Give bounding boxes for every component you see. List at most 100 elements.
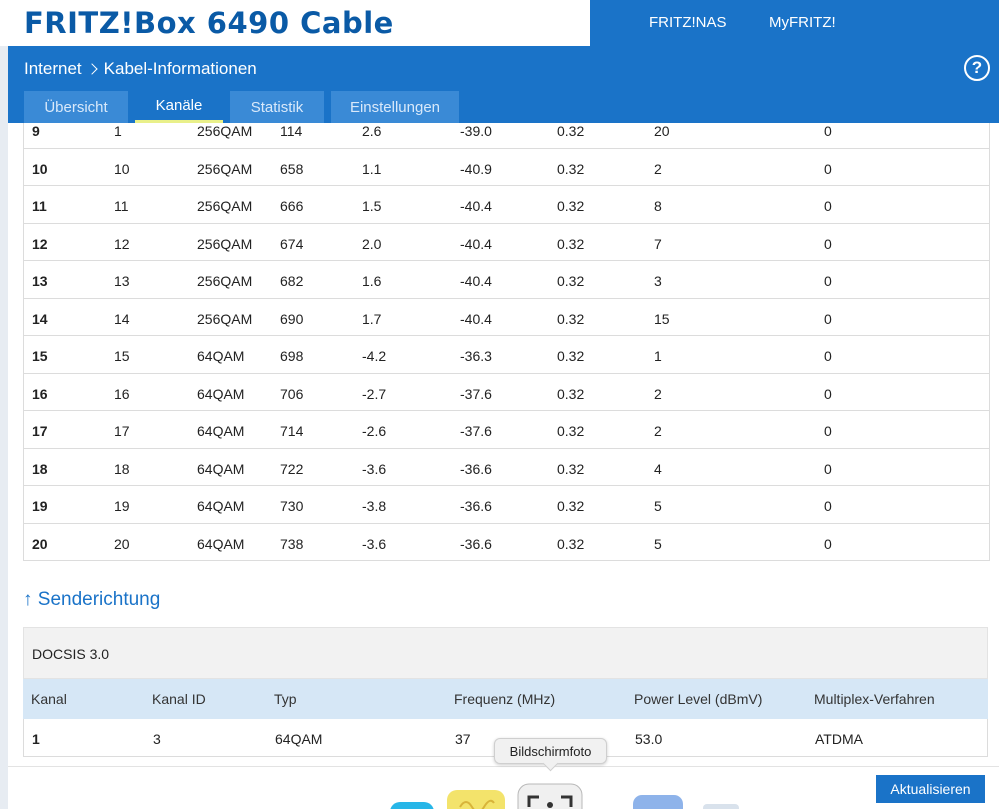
table-cell: 0 — [824, 535, 832, 552]
table-cell: 10 — [114, 160, 130, 177]
table-row: 10 10 256QAM 658 1.1 -40.9 0.32 2 0 — [24, 149, 989, 186]
table-cell: 256QAM — [197, 273, 253, 289]
brand-area: FRITZ!Box 6490 Cable — [0, 0, 590, 46]
docsis-label: DOCSIS 3.0 — [32, 646, 110, 662]
table-cell: 64QAM — [197, 385, 245, 402]
table-cell: 19 — [114, 498, 130, 514]
table-cell: 1.7 — [362, 310, 382, 327]
table-row: 15 15 64QAM 698 -4.2 -36.3 0.32 1 0 — [24, 336, 989, 374]
tab-einstellungen[interactable]: Einstellungen — [331, 91, 459, 123]
table-cell: 18 — [32, 460, 48, 477]
table-cell: 0.32 — [557, 198, 585, 214]
table-cell: 0.32 — [557, 385, 585, 402]
table-cell: 1 — [114, 123, 122, 139]
brand-title: FRITZ!Box 6490 Cable — [24, 6, 394, 40]
table-cell: 706 — [280, 385, 304, 402]
refresh-button[interactable]: Aktualisieren — [876, 775, 985, 803]
table-cell: -40.4 — [460, 310, 492, 327]
tab-kanaele[interactable]: Kanäle — [135, 91, 223, 123]
col-multiplex: Multiplex-Verfahren — [814, 691, 935, 707]
col-power-level: Power Level (dBmV) — [634, 691, 763, 707]
table-cell: 0.32 — [557, 310, 585, 327]
table-cell: 64QAM — [197, 498, 245, 514]
table-cell: 5 — [654, 498, 662, 514]
table-cell: 15 — [32, 348, 48, 364]
table-cell: 666 — [280, 198, 304, 214]
table-cell: 2 — [654, 160, 662, 177]
upstream-multiplex: ATDMA — [815, 731, 863, 747]
table-cell: 0.32 — [557, 273, 585, 289]
table-cell: -3.8 — [362, 498, 387, 514]
table-cell: 18 — [114, 460, 130, 477]
table-cell: -39.0 — [460, 123, 492, 139]
table-cell: 64QAM — [197, 423, 245, 439]
dock-app-icon[interactable] — [388, 800, 436, 809]
upstream-kanal-id: 3 — [153, 731, 161, 747]
upstream-frequenz: 37 — [455, 731, 471, 747]
table-cell: 11 — [114, 198, 129, 214]
table-cell: 1.6 — [362, 273, 382, 289]
table-cell: 17 — [114, 423, 130, 439]
table-cell: 12 — [114, 235, 130, 252]
table-row: 13 13 256QAM 682 1.6 -40.4 0.32 3 0 — [24, 261, 989, 299]
dock-app-icon-2[interactable] — [701, 803, 741, 809]
table-cell: 0.32 — [557, 348, 585, 364]
table-cell: 16 — [114, 385, 130, 402]
upstream-power-level: 53.0 — [635, 731, 663, 747]
left-strip — [0, 46, 8, 123]
table-cell: 14 — [114, 310, 130, 327]
table-cell: 1.5 — [362, 198, 382, 214]
table-cell: 0 — [824, 160, 832, 177]
table-cell: -2.6 — [362, 423, 387, 439]
dock-finder-icon[interactable] — [631, 793, 685, 809]
docsis-header: DOCSIS 3.0 — [23, 627, 988, 679]
breadcrumb-internet[interactable]: Internet — [24, 59, 82, 79]
table-cell: 13 — [114, 273, 130, 289]
table-cell: 15 — [114, 348, 130, 364]
chevron-right-icon — [85, 63, 98, 75]
main-content: 9 1 256QAM 114 2.6 -39.0 0.32 20 0 10 10 256QAM 658 1… — [8, 123, 999, 766]
table-cell: 12 — [32, 235, 48, 252]
table-cell: -3.6 — [362, 535, 387, 552]
table-cell: 1.1 — [362, 160, 382, 177]
col-kanal: Kanal — [31, 691, 67, 707]
table-cell: -3.6 — [362, 460, 387, 477]
table-cell: 0 — [824, 348, 832, 364]
table-cell: -37.6 — [460, 423, 492, 439]
tab-uebersicht[interactable]: Übersicht — [24, 91, 128, 123]
table-cell: -37.6 — [460, 385, 492, 402]
table-cell: 20 — [114, 535, 130, 552]
left-gutter — [0, 123, 8, 809]
table-cell: 0 — [824, 498, 832, 514]
myfritz-link[interactable]: MyFRITZ! — [769, 14, 836, 31]
upstream-kanal: 1 — [32, 731, 40, 747]
table-cell: 2 — [654, 423, 662, 439]
table-cell: 114 — [280, 123, 303, 139]
screenshot-icon[interactable] — [517, 783, 583, 809]
table-cell: 64QAM — [197, 535, 245, 552]
table-cell: 256QAM — [197, 160, 253, 177]
tab-statistik[interactable]: Statistik — [230, 91, 324, 123]
table-row: 17 17 64QAM 714 -2.6 -37.6 0.32 2 0 — [24, 411, 989, 449]
table-cell: 4 — [654, 460, 662, 477]
breadcrumb-kabel-informationen: Kabel-Informationen — [103, 59, 257, 78]
dock-notes-icon[interactable] — [446, 789, 506, 809]
help-icon[interactable]: ? — [964, 55, 990, 81]
table-cell: 0 — [824, 310, 832, 327]
table-cell: 13 — [32, 273, 48, 289]
fritznas-link[interactable]: FRITZ!NAS — [649, 14, 727, 31]
table-cell: 0.32 — [557, 535, 585, 552]
table-cell: -40.9 — [460, 160, 492, 177]
table-cell: 698 — [280, 348, 304, 364]
table-cell: -40.4 — [460, 235, 492, 252]
table-cell: -36.6 — [460, 460, 492, 477]
table-cell: 674 — [280, 235, 304, 252]
table-cell: 0.32 — [557, 160, 585, 177]
table-cell: 19 — [32, 498, 48, 514]
table-cell: 64QAM — [197, 460, 245, 477]
table-cell: 730 — [280, 498, 304, 514]
table-cell: 0.32 — [557, 460, 585, 477]
table-cell: 17 — [32, 423, 48, 439]
col-typ: Typ — [274, 691, 297, 707]
table-row: 11 11 256QAM 666 1.5 -40.4 0.32 8 0 — [24, 186, 989, 224]
